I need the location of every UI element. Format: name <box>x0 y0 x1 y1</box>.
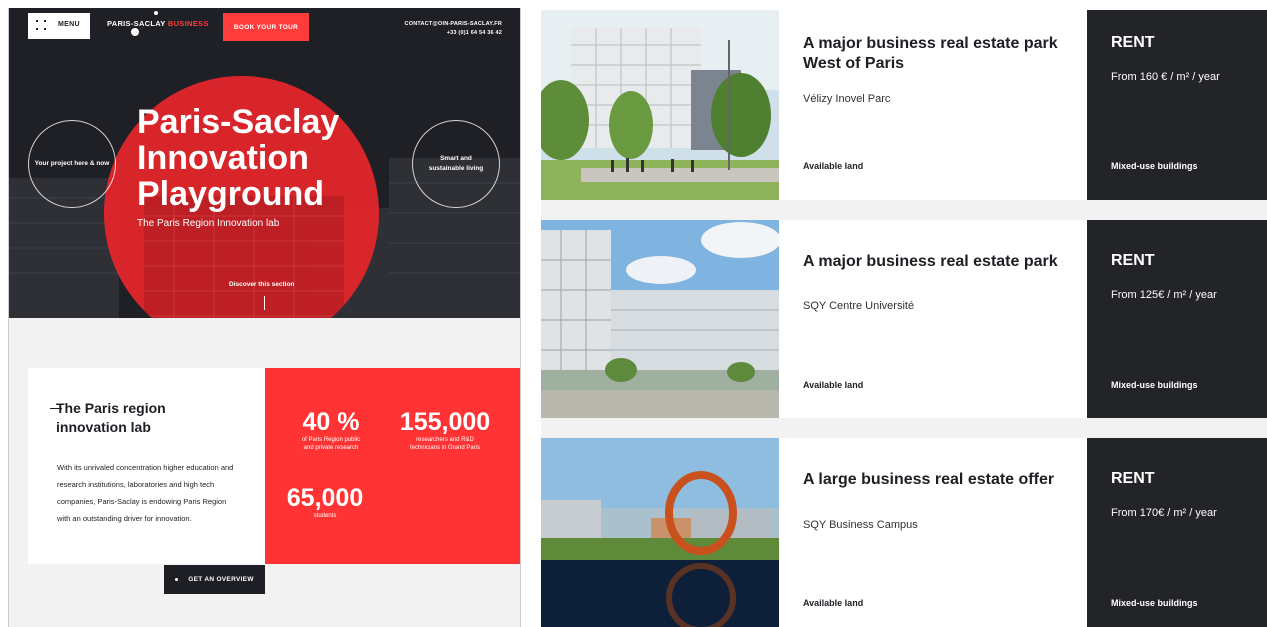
building-type: Mixed-use buildings <box>1111 598 1198 608</box>
contact-email-link[interactable]: CONTACT@OIN-PARIS-SACLAY.FR <box>405 20 502 29</box>
stat-label-line1: students <box>313 513 337 519</box>
listing-card[interactable]: A major business real estate park SQY Ce… <box>541 220 1267 418</box>
hero-title-line1: Paris-Saclay <box>137 103 340 141</box>
ring-right-line2: sustainable living <box>428 165 484 172</box>
listing-offer-panel: RENT From 170€ / m² / year Mixed-use bui… <box>1087 438 1267 627</box>
smart-living-circle-link[interactable]: Smart and sustainable living <box>412 120 500 208</box>
innovation-lab-card: The Paris region innovation lab With its… <box>28 368 265 564</box>
get-overview-button[interactable]: GET AN OVERVIEW <box>164 565 265 594</box>
bullet-icon <box>175 578 179 581</box>
listing-availability: Available land <box>803 161 864 171</box>
contact-info: CONTACT@OIN-PARIS-SACLAY.FR +33 (0)1 64 … <box>405 20 502 38</box>
offer-type: RENT <box>1111 470 1155 487</box>
listing-photo <box>541 10 779 200</box>
hero-title-line2: Innovation <box>137 139 309 177</box>
your-project-circle-link[interactable]: Your project here & now <box>28 120 116 208</box>
listing-title[interactable]: A major business real estate park West o… <box>803 34 1073 74</box>
offer-price: From 170€ / m² / year <box>1111 507 1217 519</box>
offer-type: RENT <box>1111 252 1155 269</box>
offer-price: From 125€ / m² / year <box>1111 289 1217 301</box>
menu-label: MENU <box>58 21 80 28</box>
listing-title[interactable]: A large business real estate offer <box>803 470 1073 490</box>
stat-label-line1: researchers and R&D <box>416 437 474 443</box>
listing-availability: Available land <box>803 380 864 390</box>
listing-photo <box>541 220 779 418</box>
info-title: The Paris region innovation lab <box>56 400 166 435</box>
hero-title-line3: Playground <box>137 175 325 213</box>
building-type: Mixed-use buildings <box>1111 380 1198 390</box>
brand-accent: BUSINESS <box>167 19 209 28</box>
scroll-indicator-line <box>264 296 265 310</box>
listing-card[interactable]: A large business real estate offer SQY B… <box>541 438 1267 627</box>
info-body: With its unrivaled concentration higher … <box>57 463 234 523</box>
stat-research-share: 40 % of Paris Region public and private … <box>285 408 377 452</box>
menu-button[interactable]: MENU <box>28 13 90 39</box>
brand-name: PARIS-SACLAY <box>107 19 166 28</box>
building-type: Mixed-use buildings <box>1111 161 1198 171</box>
listing-photo <box>541 438 779 627</box>
listing-location: SQY Business Campus <box>803 519 918 531</box>
book-tour-button[interactable]: BOOK YOUR TOUR <box>223 13 309 41</box>
stat-value: 155,000 <box>399 408 491 436</box>
brand-logo-mark <box>131 28 139 36</box>
stat-label-line1: of Paris Region public <box>301 437 361 443</box>
listing-availability: Available land <box>803 598 864 608</box>
offer-price: From 160 € / m² / year <box>1111 71 1220 83</box>
discover-section-link[interactable]: Discover this section <box>229 281 294 288</box>
stat-label-line2: and private research <box>303 445 359 451</box>
stat-value: 65,000 <box>286 484 364 512</box>
ring-right-label: Smart and sustainable living <box>429 154 484 174</box>
offer-type: RENT <box>1111 34 1155 51</box>
key-figures-panel: 40 % of Paris Region public and private … <box>265 368 520 564</box>
hero-subtitle: The Paris Region Innovation lab <box>137 218 280 229</box>
hero-section: MENU PARIS-SACLAY BUSINESS BOOK YOUR TOU… <box>9 8 520 318</box>
listing-location: Vélizy Inovel Parc <box>803 93 891 105</box>
stat-label-line2: technicians in Grand Paris <box>409 445 481 451</box>
paris-saclay-homepage: MENU PARIS-SACLAY BUSINESS BOOK YOUR TOU… <box>8 8 521 627</box>
listing-offer-panel: RENT From 160 € / m² / year Mixed-use bu… <box>1087 10 1267 200</box>
listing-card[interactable]: A major business real estate park West o… <box>541 10 1267 200</box>
ring-right-line1: Smart and <box>440 155 472 162</box>
brand-logo[interactable]: PARIS-SACLAY BUSINESS <box>107 19 209 28</box>
ring-left-label: Your project here & now <box>34 160 110 167</box>
listing-title[interactable]: A major business real estate park <box>803 252 1073 272</box>
menu-grid-icon <box>36 20 48 32</box>
stat-value: 40 % <box>302 408 360 436</box>
listing-offer-panel: RENT From 125€ / m² / year Mixed-use bui… <box>1087 220 1267 418</box>
overview-label: GET AN OVERVIEW <box>188 576 254 583</box>
real-estate-listings: A major business real estate park West o… <box>541 10 1267 627</box>
stat-researchers: 155,000 researchers and R&D technicians … <box>385 408 505 452</box>
top-navigation: MENU PARIS-SACLAY BUSINESS BOOK YOUR TOU… <box>9 8 520 42</box>
brand-logo-dot <box>154 11 158 15</box>
contact-phone[interactable]: +33 (0)1 64 54 36 42 <box>405 29 502 38</box>
stat-students: 65,000 students <box>279 484 371 520</box>
hero-title: Paris-Saclay Innovation Playground <box>137 104 339 212</box>
listing-location: SQY Centre Université <box>803 300 915 312</box>
